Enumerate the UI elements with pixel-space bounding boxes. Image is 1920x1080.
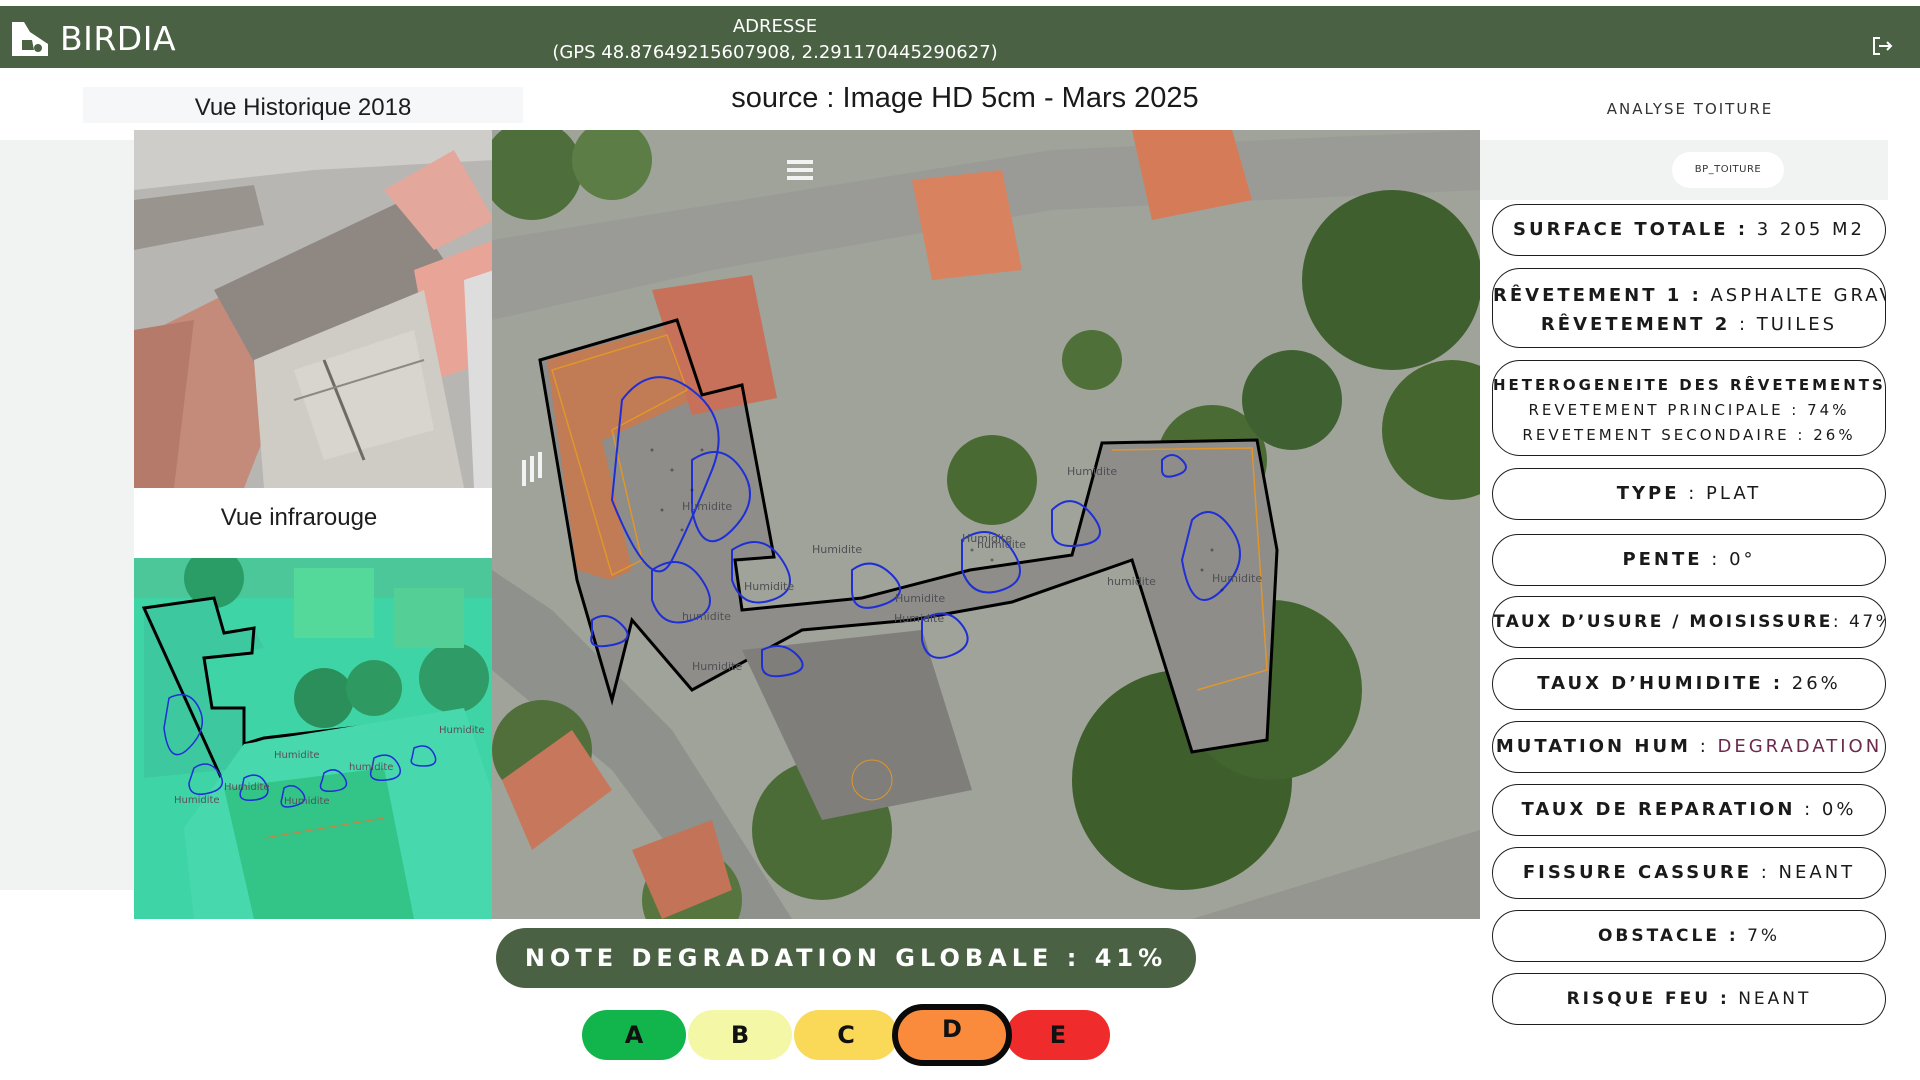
risque-feu-pill: RISQUE FEU : NEANT	[1492, 973, 1886, 1025]
pill-value: : 0°	[1702, 549, 1756, 570]
pill-separator: :	[1690, 736, 1718, 757]
pill-key: SURFACE TOTALE :	[1513, 219, 1749, 240]
pill-key: RÊVETEMENT 1 :	[1493, 285, 1702, 306]
map-annotation: Humidite	[682, 500, 732, 513]
address-label: ADRESSE	[732, 16, 818, 37]
pill-key: RÊVETEMENT 2	[1540, 314, 1731, 335]
pill-value: : 47%	[1832, 612, 1885, 632]
humidite-pill: TAUX D’HUMIDITE : 26%	[1492, 658, 1886, 710]
grade-c-badge[interactable]: C	[794, 1010, 898, 1060]
global-degradation-note: NOTE DEGRADATION GLOBALE : 41%	[496, 928, 1196, 988]
ir-annotation: Humidite	[284, 796, 330, 807]
heterogeneite-pill: HETEROGENEITE DES RÊVETEMENTS : REVETEME…	[1492, 360, 1886, 456]
pill-key: TYPE	[1616, 483, 1680, 504]
pill-key: PENTE	[1622, 549, 1703, 570]
usure-moisissure-pill: TAUX D’USURE / MOISISSURE: 47%	[1492, 596, 1886, 648]
reparation-pill: TAUX DE REPARATION : 0%	[1492, 784, 1886, 836]
pill-value: : 0%	[1795, 799, 1857, 820]
map-annotation: Humidite	[692, 660, 742, 673]
grade-d-badge-selected[interactable]: D	[892, 1004, 1012, 1066]
pill-key: MUTATION HUM	[1495, 736, 1691, 757]
logout-icon[interactable]	[1870, 34, 1894, 58]
revetement-pill: RÊVETEMENT 1 : ASPHALTE GRAV RÊVETEMENT …	[1492, 268, 1886, 348]
pill-value: NEANT	[1729, 989, 1812, 1009]
grade-a-badge[interactable]: A	[582, 1010, 686, 1060]
gps-coordinates: (GPS 48.87649215607908, 2.29117044529062…	[552, 42, 998, 63]
ir-annotation: Humidite	[439, 725, 485, 736]
analyse-toiture-title: ANALYSE TOITURE	[1606, 100, 1774, 118]
pill-value: 7%	[1738, 926, 1781, 946]
top-header-bar: BIRDIA ADRESSE (GPS 48.87649215607908, 2…	[0, 6, 1920, 68]
pill-value: : PLAT	[1679, 483, 1762, 504]
left-background-panel	[0, 140, 134, 890]
address-block: ADRESSE (GPS 48.87649215607908, 2.291170…	[500, 14, 1050, 66]
source-title: source : Image HD 5cm - Mars 2025	[731, 82, 1199, 114]
pill-key: TAUX D’HUMIDITE :	[1537, 673, 1784, 694]
historic-view-title: Vue Historique 2018	[194, 94, 412, 121]
brand-name: BIRDIA	[60, 18, 177, 58]
pill-key: RISQUE FEU :	[1566, 989, 1730, 1009]
obstacle-pill: OBSTACLE : 7%	[1492, 910, 1886, 962]
mutation-hum-pill: MUTATION HUM : DEGRADATION	[1492, 721, 1886, 773]
infrared-view-title: Vue infrarouge	[220, 504, 378, 531]
pente-pill: PENTE : 0°	[1492, 534, 1886, 586]
pill-key: TAUX DE REPARATION	[1521, 799, 1796, 820]
map-annotation: humidite	[1107, 575, 1156, 588]
surface-totale-pill: SURFACE TOTALE : 3 205 M2	[1492, 204, 1886, 256]
bird-logo-icon	[12, 22, 48, 56]
grade-b-badge[interactable]: B	[688, 1010, 792, 1060]
pill-value: ASPHALTE GRAV	[1701, 285, 1886, 306]
map-annotation: humidite	[682, 610, 731, 623]
ir-annotation: Humidite	[274, 750, 320, 761]
main-aerial-image[interactable]: Humidite humidite Humidite Humidite Humi…	[492, 130, 1480, 919]
pill-value: : NEANT	[1752, 862, 1856, 883]
map-annotation: Humidite	[1067, 465, 1117, 478]
map-annotation: Humidite	[744, 580, 794, 593]
infrared-image[interactable]: Humidite humidite Humidite Humidite Humi…	[134, 558, 494, 919]
grade-e-badge[interactable]: E	[1006, 1010, 1110, 1060]
map-annotation: Humidite	[812, 543, 862, 556]
pill-line: REVETEMENT PRINCIPALE : 74%	[1528, 401, 1850, 419]
birdia-logo[interactable]: BIRDIA	[10, 18, 176, 58]
pill-key: TAUX D’USURE / MOISISSURE	[1493, 612, 1833, 632]
ir-annotation: Humidite	[224, 782, 270, 793]
map-annotation: Humidite	[895, 592, 945, 605]
pill-value: 26%	[1783, 673, 1841, 694]
pill-line: REVETEMENT SECONDAIRE : 26%	[1522, 426, 1856, 444]
pill-value: 3 205 M2	[1748, 219, 1865, 240]
bp-toiture-chip[interactable]: BP_TOITURE	[1672, 152, 1784, 188]
map-annotation: Humidite	[894, 612, 944, 625]
ir-annotation: Humidite	[174, 795, 220, 806]
fissure-pill: FISSURE CASSURE : NEANT	[1492, 847, 1886, 899]
map-annotation: humidite	[977, 538, 1026, 551]
ir-annotation: humidite	[349, 762, 393, 773]
pill-key: HETEROGENEITE DES RÊVETEMENTS :	[1493, 376, 1886, 394]
pill-key: FISSURE CASSURE	[1522, 862, 1753, 883]
pill-value: : TUILES	[1730, 314, 1838, 335]
map-annotation: Humidite	[1212, 572, 1262, 585]
type-pill: TYPE : PLAT	[1492, 468, 1886, 520]
historic-2018-image[interactable]	[134, 130, 494, 488]
pill-key: OBSTACLE :	[1597, 926, 1739, 946]
pill-value: DEGRADATION	[1717, 736, 1883, 757]
